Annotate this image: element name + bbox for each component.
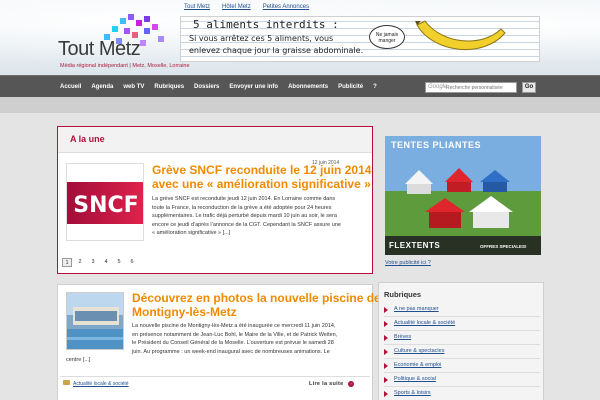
nav-item-envoyer-info[interactable]: Envoyer une info [224,76,283,98]
top-links: Tout Metz Hôtel Metz Petites Annonces [178,2,315,14]
triangle-bullet-icon [384,363,388,369]
list-item: Culture & spectacles [384,345,540,359]
top-link-petites-annonces[interactable]: Petites Annonces [257,2,315,14]
banana-icon [415,20,506,51]
banner-line-1: Si vous arrêtez ces 5 aliments, vous [189,34,334,43]
nav-item-dossiers[interactable]: Dossiers [189,76,224,98]
site-header: Tout Metz Hôtel Metz Petites Annonces To… [0,0,600,75]
nav-item-rubriques[interactable]: Rubriques [149,76,189,98]
nav-item-abonnements[interactable]: Abonnements [283,76,333,98]
featured-article-date: 12 juin 2014 [312,160,340,166]
featured-header: A la une [58,127,372,153]
arrow-right-icon[interactable]: › [348,381,354,387]
nav-item-accueil[interactable]: Accueil [55,76,86,98]
advertise-here-link[interactable]: Votre publicité ici ? [385,260,431,266]
pager-page-5[interactable]: 5 [114,258,124,267]
rubriques-list: A ne pas manquer Actualité locale & soci… [384,303,540,400]
ad-brand: FLEXTENTS [389,241,441,250]
triangle-bullet-icon [384,377,388,383]
list-item: Actualité locale & société [384,317,540,331]
search-input[interactable] [446,83,516,92]
nav-items: Accueil Agenda web TV Rubriques Dossiers… [55,76,382,98]
featured-body-line: La grève SNCF est reconduite jeudi 12 ju… [152,196,336,202]
featured-body-line: « amélioration significative » [...] [152,230,231,236]
featured-article-title-2[interactable]: avec une « amélioration significative » [152,177,371,191]
header-ad-banner[interactable]: 5 aliments interdits : Si vous arrêtez c… [180,16,540,62]
pager-page-4[interactable]: 4 [101,258,111,267]
featured-pager: 1 2 3 4 5 6 [62,258,137,268]
nav-item-web-tv[interactable]: web TV [118,76,149,98]
article2-title-1[interactable]: Découvrez en photos la nouvelle piscine … [132,291,381,305]
tent-photo-icon [385,136,541,255]
list-item: Brèves [384,331,540,345]
article2-read-more[interactable]: Lire la suite [309,381,343,387]
list-item: Economie & emploi [384,359,540,373]
article2-body-line: juin. Au programme : un week-end inaugur… [132,348,330,355]
article2-body-line: le Président du Conseil Général de la Mo… [132,340,334,346]
rubrique-link[interactable]: Sports & loisirs [394,390,431,396]
triangle-bullet-icon [384,349,388,355]
article2-title-2[interactable]: Montigny-lès-Metz [132,305,237,319]
pager-page-2[interactable]: 2 [75,258,85,267]
rubrique-link[interactable]: Economie & emploi [394,362,441,368]
triangle-bullet-icon [384,391,388,397]
article2-body-end: centre [...] [66,357,91,363]
nav-item-help[interactable]: ? [368,76,382,98]
rubrique-link[interactable]: Brèves [394,334,411,340]
banner-badge: Ne jamais manger [369,25,405,49]
rubrique-link[interactable]: Actualité locale & société [394,320,455,326]
triangle-bullet-icon [384,335,388,341]
ad-offer: OFFRES SPECIALES! [480,244,527,249]
rubriques-heading: Rubriques [384,290,422,299]
rubrique-link[interactable]: Culture & spectacles [394,348,444,354]
sub-navigation-bar [0,97,600,113]
pager-page-3[interactable]: 3 [88,258,98,267]
site-logo-title[interactable]: Tout Metz [58,38,141,61]
triangle-bullet-icon [384,307,388,313]
rubrique-link[interactable]: A ne pas manquer [394,306,439,312]
list-item: A ne pas manquer [384,303,540,317]
pool-article-image[interactable] [66,292,124,350]
site-logo-subtitle: Média régional indépendant | Metz, Mosel… [60,63,190,69]
triangle-bullet-icon [384,321,388,327]
nav-item-publicite[interactable]: Publicité [333,76,368,98]
search-box: Google [425,82,517,93]
featured-body-line: toute la France, la reconduction de la g… [152,204,332,211]
list-item: Sports & loisirs [384,387,540,400]
featured-body-line: encore ce jeudi d’après l’annonce de la … [152,221,341,228]
nav-item-agenda[interactable]: Agenda [86,76,118,98]
sncf-article-image[interactable]: SNCF [66,163,144,241]
article2-body-line: en présence notamment de Jean-Luc Bohl, … [132,331,338,338]
article2-body-line: La nouvelle piscine de Montigny-lès-Metz… [132,323,336,329]
sncf-logo-text: SNCF [73,193,138,218]
search-go-button[interactable]: Go [522,82,536,93]
ad-title: TENTES PLIANTES [391,140,482,150]
banner-line-2: enlevez chaque jour la graisse abdominal… [189,46,364,55]
list-item: Politique & social [384,373,540,387]
sncf-logo-icon: SNCF [67,182,143,224]
folder-icon [63,380,70,385]
article2-divider [60,376,370,377]
article2-body: La nouvelle piscine de Montigny-lès-Metz… [132,322,337,356]
google-logo: Google [428,84,448,90]
article2-category-link[interactable]: Actualité locale & société [73,381,129,387]
pager-page-6[interactable]: 6 [127,258,137,267]
top-link-tout-metz[interactable]: Tout Metz [178,2,216,14]
banner-title: 5 aliments interdits : [193,18,339,31]
featured-heading: A la une [70,134,105,144]
pager-page-1[interactable]: 1 [62,258,72,267]
featured-body-line: supplémentaires. Le trafic déjà perturbé… [152,213,337,219]
featured-article-body: La grève SNCF est reconduite jeudi 12 ju… [152,195,341,238]
rubrique-link[interactable]: Politique & social [394,376,436,382]
tent-advertisement[interactable]: TENTES PLIANTES FLEXTENTS OFFRES SPECIAL… [385,136,541,255]
pool-photo-icon [67,293,123,349]
main-navigation: Accueil Agenda web TV Rubriques Dossiers… [0,75,600,97]
top-link-hotel-metz[interactable]: Hôtel Metz [216,2,257,14]
